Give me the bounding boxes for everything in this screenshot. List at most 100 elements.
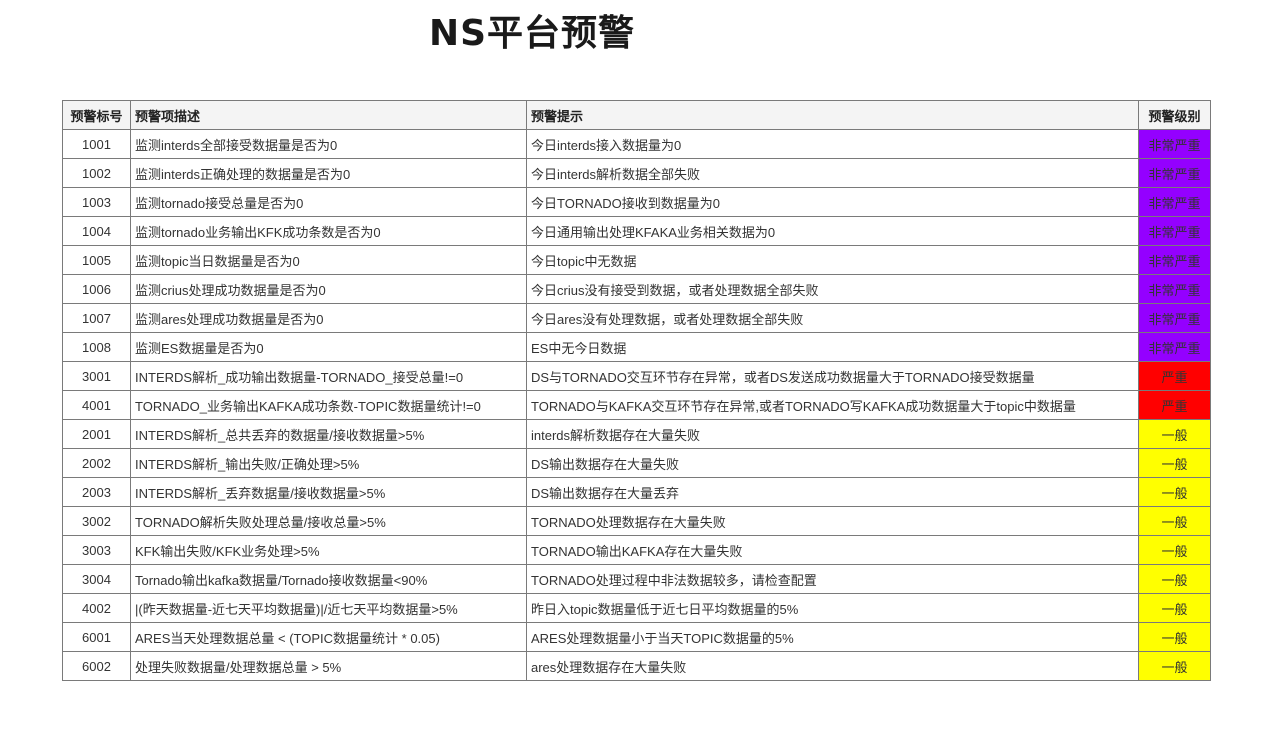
table-header-row: 预警标号 预警项描述 预警提示 预警级别	[62, 100, 1211, 130]
alert-level-badge: 非常严重	[1138, 187, 1211, 217]
header-alert-id: 预警标号	[62, 100, 131, 130]
alert-id-cell: 1008	[62, 332, 131, 362]
alert-hint-cell: ares处理数据存在大量失败	[526, 651, 1139, 681]
alert-level-badge: 一般	[1138, 651, 1211, 681]
table-row: 2002 INTERDS解析_输出失败/正确处理>5% DS输出数据存在大量失败 一般	[62, 448, 1211, 478]
table-row: 1007 监测ares处理成功数据量是否为0 今日ares没有处理数据，或者处理数据…	[62, 303, 1211, 333]
alert-level-badge: 非常严重	[1138, 245, 1211, 275]
alert-id-cell: 6001	[62, 622, 131, 652]
alert-id-cell: 1007	[62, 303, 131, 333]
alert-description-cell: 处理失败数据量/处理数据总量 > 5%	[130, 651, 527, 681]
table-row: 6001 ARES当天处理数据总量 < (TOPIC数据量统计 * 0.05) AR…	[62, 622, 1211, 652]
alert-description-cell: INTERDS解析_输出失败/正确处理>5%	[130, 448, 527, 478]
table-row: 1006 监测crius处理成功数据量是否为0 今日crius没有接受到数据，或者处…	[62, 274, 1211, 304]
alert-description-cell: INTERDS解析_成功输出数据量-TORNADO_接受总量!=0	[130, 361, 527, 391]
alert-level-badge: 非常严重	[1138, 216, 1211, 246]
alert-id-cell: 1002	[62, 158, 131, 188]
alert-id-cell: 2002	[62, 448, 131, 478]
alert-id-cell: 2001	[62, 419, 131, 449]
table-row: 1004 监测tornado业务输出KFK成功条数是否为0 今日通用输出处理KFAK…	[62, 216, 1211, 246]
table-row: 3004 Tornado输出kafka数据量/Tornado接收数据量<90% TO…	[62, 564, 1211, 594]
header-alert-level: 预警级别	[1138, 100, 1211, 130]
alert-hint-cell: TORNADO输出KAFKA存在大量失败	[526, 535, 1139, 565]
table-row: 1001 监测interds全部接受数据量是否为0 今日interds接入数据量为0…	[62, 129, 1211, 159]
alert-level-badge: 严重	[1138, 361, 1211, 391]
table-row: 1008 监测ES数据量是否为0 ES中无今日数据 非常严重	[62, 332, 1211, 362]
table-row: 1005 监测topic当日数据量是否为0 今日topic中无数据 非常严重	[62, 245, 1211, 275]
alert-level-badge: 一般	[1138, 593, 1211, 623]
alert-level-badge: 严重	[1138, 390, 1211, 420]
table-row: 3002 TORNADO解析失败处理总量/接收总量>5% TORNADO处理数据存在…	[62, 506, 1211, 536]
alert-id-cell: 3003	[62, 535, 131, 565]
alert-hint-cell: 今日crius没有接受到数据，或者处理数据全部失败	[526, 274, 1139, 304]
alert-level-badge: 一般	[1138, 535, 1211, 565]
table-row: 4002 |(昨天数据量-近七天平均数据量)|/近七天平均数据量>5% 昨日入top…	[62, 593, 1211, 623]
alert-table-body: 1001 监测interds全部接受数据量是否为0 今日interds接入数据量为0…	[62, 129, 1211, 681]
alert-description-cell: 监测topic当日数据量是否为0	[130, 245, 527, 275]
alert-level-badge: 一般	[1138, 419, 1211, 449]
alert-hint-cell: TORNADO处理过程中非法数据较多，请检查配置	[526, 564, 1139, 594]
alert-id-cell: 2003	[62, 477, 131, 507]
table-row: 3003 KFK输出失败/KFK业务处理>5% TORNADO输出KAFKA存在大量…	[62, 535, 1211, 565]
alert-level-badge: 非常严重	[1138, 332, 1211, 362]
table-row: 2001 INTERDS解析_总共丢弃的数据量/接收数据量>5% interds解析…	[62, 419, 1211, 449]
alert-id-cell: 1001	[62, 129, 131, 159]
alert-level-badge: 一般	[1138, 506, 1211, 536]
alert-level-badge: 一般	[1138, 477, 1211, 507]
alert-description-cell: KFK输出失败/KFK业务处理>5%	[130, 535, 527, 565]
alert-description-cell: TORNADO解析失败处理总量/接收总量>5%	[130, 506, 527, 536]
alert-table: 预警标号 预警项描述 预警提示 预警级别 1001 监测interds全部接受数据…	[62, 100, 1211, 681]
header-alert-description: 预警项描述	[130, 100, 527, 130]
alert-description-cell: 监测tornado业务输出KFK成功条数是否为0	[130, 216, 527, 246]
alert-description-cell: 监测interds正确处理的数据量是否为0	[130, 158, 527, 188]
alert-table-container: 预警标号 预警项描述 预警提示 预警级别 1001 监测interds全部接受数据…	[62, 100, 1211, 681]
table-row: 1002 监测interds正确处理的数据量是否为0 今日interds解析数据全部…	[62, 158, 1211, 188]
alert-id-cell: 3004	[62, 564, 131, 594]
alert-hint-cell: DS与TORNADO交互环节存在异常，或者DS发送成功数据量大于TORNADO接…	[526, 361, 1139, 391]
alert-hint-cell: 今日ares没有处理数据，或者处理数据全部失败	[526, 303, 1139, 333]
table-row: 6002 处理失败数据量/处理数据总量 > 5% ares处理数据存在大量失败 一般	[62, 651, 1211, 681]
table-row: 3001 INTERDS解析_成功输出数据量-TORNADO_接受总量!=0 DS与…	[62, 361, 1211, 391]
alert-level-badge: 一般	[1138, 564, 1211, 594]
alert-level-badge: 一般	[1138, 622, 1211, 652]
alert-id-cell: 1003	[62, 187, 131, 217]
alert-hint-cell: 今日topic中无数据	[526, 245, 1139, 275]
alert-level-badge: 非常严重	[1138, 129, 1211, 159]
alert-hint-cell: interds解析数据存在大量失败	[526, 419, 1139, 449]
alert-description-cell: 监测ES数据量是否为0	[130, 332, 527, 362]
alert-description-cell: 监测ares处理成功数据量是否为0	[130, 303, 527, 333]
alert-description-cell: Tornado输出kafka数据量/Tornado接收数据量<90%	[130, 564, 527, 594]
table-row: 4001 TORNADO_业务输出KAFKA成功条数-TOPIC数据量统计!=0 T…	[62, 390, 1211, 420]
alert-id-cell: 3002	[62, 506, 131, 536]
alert-id-cell: 4002	[62, 593, 131, 623]
alert-id-cell: 1004	[62, 216, 131, 246]
table-row: 2003 INTERDS解析_丢弃数据量/接收数据量>5% DS输出数据存在大量丢弃…	[62, 477, 1211, 507]
alert-description-cell: 监测crius处理成功数据量是否为0	[130, 274, 527, 304]
alert-id-cell: 3001	[62, 361, 131, 391]
alert-hint-cell: TORNADO与KAFKA交互环节存在异常,或者TORNADO写KAFKA成功数…	[526, 390, 1139, 420]
alert-hint-cell: 今日通用输出处理KFAKA业务相关数据为0	[526, 216, 1139, 246]
alert-description-cell: 监测interds全部接受数据量是否为0	[130, 129, 527, 159]
alert-hint-cell: ARES处理数据量小于当天TOPIC数据量的5%	[526, 622, 1139, 652]
alert-level-badge: 非常严重	[1138, 158, 1211, 188]
alert-id-cell: 1006	[62, 274, 131, 304]
alert-id-cell: 6002	[62, 651, 131, 681]
alert-description-cell: 监测tornado接受总量是否为0	[130, 187, 527, 217]
alert-level-badge: 非常严重	[1138, 303, 1211, 333]
table-row: 1003 监测tornado接受总量是否为0 今日TORNADO接收到数据量为0 非常…	[62, 187, 1211, 217]
alert-id-cell: 4001	[62, 390, 131, 420]
alert-description-cell: INTERDS解析_丢弃数据量/接收数据量>5%	[130, 477, 527, 507]
alert-level-badge: 非常严重	[1138, 274, 1211, 304]
alert-level-badge: 一般	[1138, 448, 1211, 478]
alert-hint-cell: 今日interds解析数据全部失败	[526, 158, 1139, 188]
alert-hint-cell: 昨日入topic数据量低于近七日平均数据量的5%	[526, 593, 1139, 623]
header-alert-hint: 预警提示	[526, 100, 1139, 130]
alert-hint-cell: 今日TORNADO接收到数据量为0	[526, 187, 1139, 217]
alert-description-cell: |(昨天数据量-近七天平均数据量)|/近七天平均数据量>5%	[130, 593, 527, 623]
alert-hint-cell: DS输出数据存在大量失败	[526, 448, 1139, 478]
alert-hint-cell: TORNADO处理数据存在大量失败	[526, 506, 1139, 536]
alert-id-cell: 1005	[62, 245, 131, 275]
alert-hint-cell: DS输出数据存在大量丢弃	[526, 477, 1139, 507]
alert-description-cell: TORNADO_业务输出KAFKA成功条数-TOPIC数据量统计!=0	[130, 390, 527, 420]
alert-description-cell: ARES当天处理数据总量 < (TOPIC数据量统计 * 0.05)	[130, 622, 527, 652]
